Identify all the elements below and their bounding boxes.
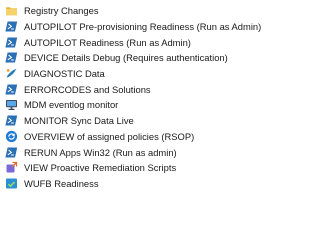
monitor-icon — [5, 98, 18, 111]
list-item-label: AUTOPILOT Readiness (Run as Admin) — [24, 36, 191, 48]
list-item-wufb-readiness[interactable]: WUFB Readiness — [0, 176, 270, 192]
list-item-label: VIEW Proactive Remediation Scripts — [24, 162, 177, 174]
list-item-mdm-eventlog-monitor[interactable]: MDM eventlog monitor — [0, 97, 270, 113]
list-item-label: OVERVIEW of assigned policies (RSOP) — [24, 130, 195, 142]
powershell-icon — [5, 36, 18, 49]
shortcut-list: Registry Changes AUTOPILOT Pre-provision… — [0, 3, 270, 191]
list-item-label: RERUN Apps Win32 (Run as admin) — [24, 146, 177, 158]
list-item-label: Registry Changes — [24, 5, 99, 17]
powershell-icon — [5, 146, 18, 159]
powershell-icon — [5, 83, 18, 96]
list-item-label: MONITOR Sync Data Live — [24, 115, 134, 127]
update-icon — [5, 177, 18, 190]
folder-icon — [5, 4, 18, 17]
list-item-diagnostic-data[interactable]: DIAGNOSTIC Data — [0, 66, 270, 82]
list-item-view-remediation-scripts[interactable]: VIEW Proactive Remediation Scripts — [0, 160, 270, 176]
list-item-autopilot-preprovisioning[interactable]: AUTOPILOT Pre-provisioning Readiness (Ru… — [0, 19, 270, 35]
list-item-errorcodes[interactable]: ERRORCODES and Solutions — [0, 81, 270, 97]
diagnostic-icon — [5, 67, 18, 80]
powershell-icon — [5, 114, 18, 127]
list-item-autopilot-readiness[interactable]: AUTOPILOT Readiness (Run as Admin) — [0, 34, 270, 50]
list-item-label: DIAGNOSTIC Data — [24, 68, 105, 80]
powershell-icon — [5, 51, 18, 64]
list-item-label: MDM eventlog monitor — [24, 99, 119, 111]
list-item-label: WUFB Readiness — [24, 177, 99, 189]
list-item-overview-policies[interactable]: OVERVIEW of assigned policies (RSOP) — [0, 129, 270, 145]
list-item-monitor-sync-data[interactable]: MONITOR Sync Data Live — [0, 113, 270, 129]
list-item-label: AUTOPILOT Pre-provisioning Readiness (Ru… — [24, 21, 262, 33]
list-item-label: DEVICE Details Debug (Requires authentic… — [24, 52, 228, 64]
list-item-rerun-apps[interactable]: RERUN Apps Win32 (Run as admin) — [0, 144, 270, 160]
sync-icon — [5, 130, 18, 143]
list-item-device-details-debug[interactable]: DEVICE Details Debug (Requires authentic… — [0, 50, 270, 66]
powershell-icon — [5, 20, 18, 33]
list-item-label: ERRORCODES and Solutions — [24, 83, 151, 95]
list-item-registry-changes[interactable]: Registry Changes — [0, 3, 270, 19]
remediation-icon — [5, 161, 18, 174]
